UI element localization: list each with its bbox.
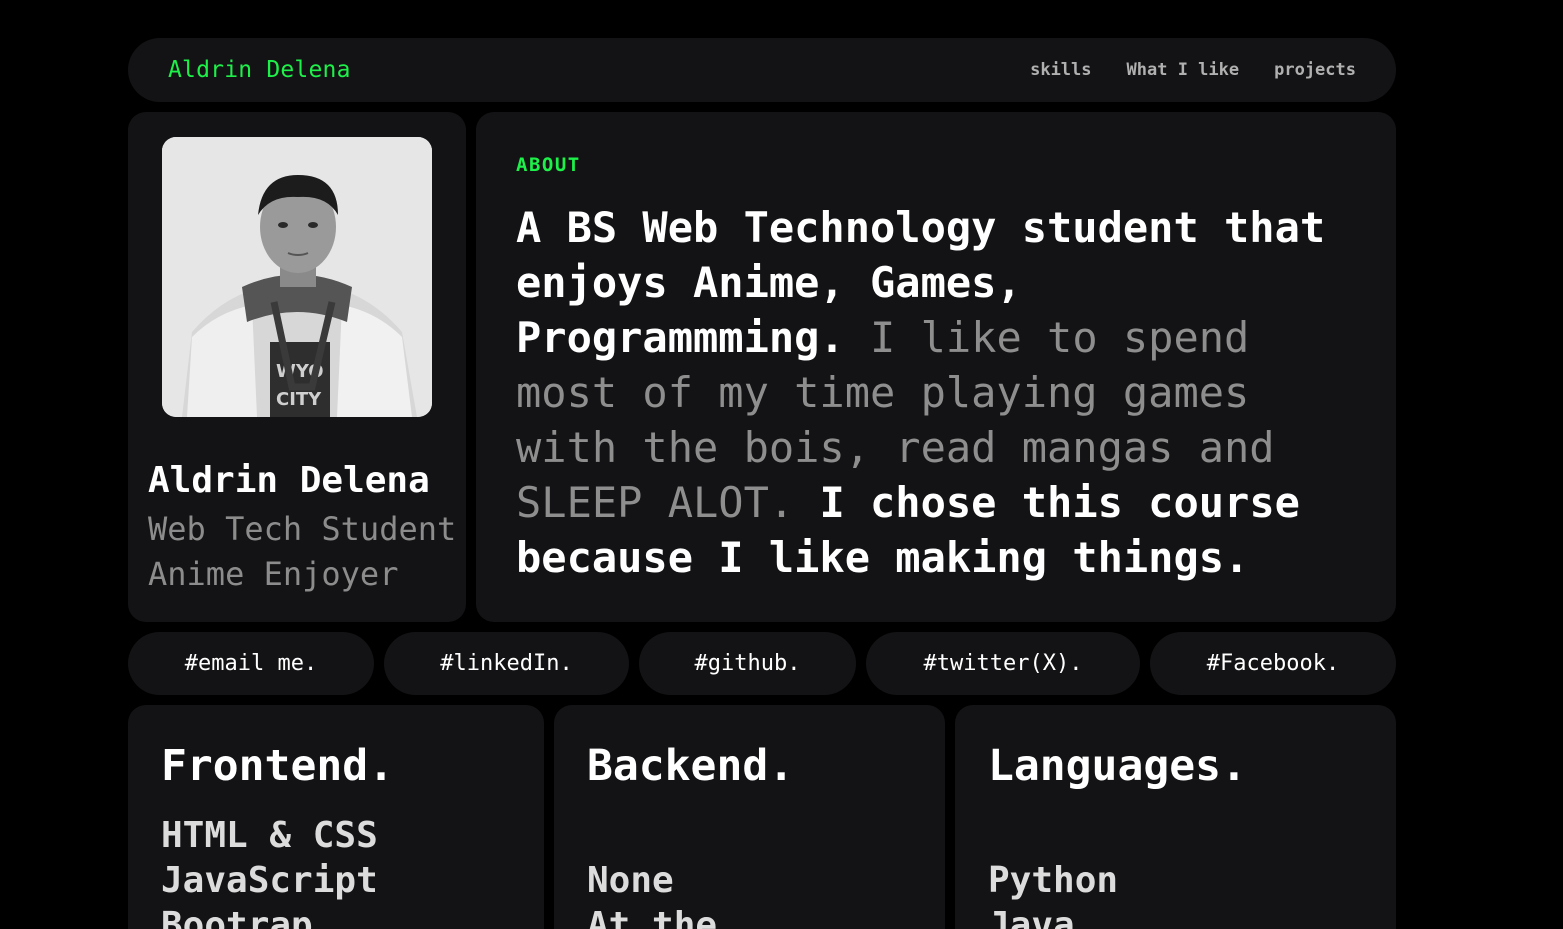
person-photo-icon: WYO CITY [162, 137, 432, 417]
skill-list: HTML & CSS JavaScript Bootrap [161, 813, 511, 929]
about-text: A BS Web Technology student that enjoys … [516, 200, 1356, 585]
profile-role-anime: Anime Enjoyer [148, 555, 399, 593]
social-email-button[interactable]: #email me. [128, 632, 374, 695]
profile-photo: WYO CITY [162, 137, 432, 417]
skill-item: At the [587, 905, 718, 929]
skill-item: Java [988, 905, 1075, 929]
social-github-button[interactable]: #github. [639, 632, 856, 695]
skill-card-backend: Backend. None At the [554, 705, 945, 929]
portfolio-page: Aldrin Delena skills What I like project… [0, 0, 1563, 929]
nav-links: skills What I like projects [1030, 60, 1356, 80]
about-label: ABOUT [516, 154, 581, 176]
skill-title: Frontend. [161, 741, 394, 791]
profile-role-web-tech: Web Tech Student [148, 510, 457, 548]
brand-name[interactable]: Aldrin Delena [168, 57, 351, 83]
nav-link-projects[interactable]: projects [1274, 60, 1356, 80]
skill-item: None [587, 860, 674, 901]
top-navbar: Aldrin Delena skills What I like project… [128, 38, 1396, 102]
skill-item: JavaScript [161, 860, 378, 901]
social-linkedin-button[interactable]: #linkedIn. [384, 632, 629, 695]
skill-card-languages: Languages. Python Java [955, 705, 1396, 929]
nav-link-skills[interactable]: skills [1030, 60, 1091, 80]
skill-title: Languages. [988, 741, 1247, 791]
social-facebook-button[interactable]: #Facebook. [1150, 632, 1396, 695]
skill-item: HTML & CSS [161, 815, 378, 856]
skill-card-frontend: Frontend. HTML & CSS JavaScript Bootrap [128, 705, 544, 929]
profile-name: Aldrin Delena [148, 460, 430, 501]
skill-item: Python [988, 860, 1119, 901]
profile-card: WYO CITY Aldrin Delena Web Tech Student … [128, 112, 466, 622]
about-card: ABOUT A BS Web Technology student that e… [476, 112, 1396, 622]
svg-text:CITY: CITY [276, 389, 322, 410]
skill-list: Python Java [988, 858, 1363, 929]
social-twitter-button[interactable]: #twitter(X). [866, 632, 1140, 695]
skill-item: Bootrap [161, 905, 313, 929]
skill-list: None At the [587, 858, 912, 929]
nav-link-what-i-like[interactable]: What I like [1127, 60, 1240, 80]
skill-title: Backend. [587, 741, 795, 791]
